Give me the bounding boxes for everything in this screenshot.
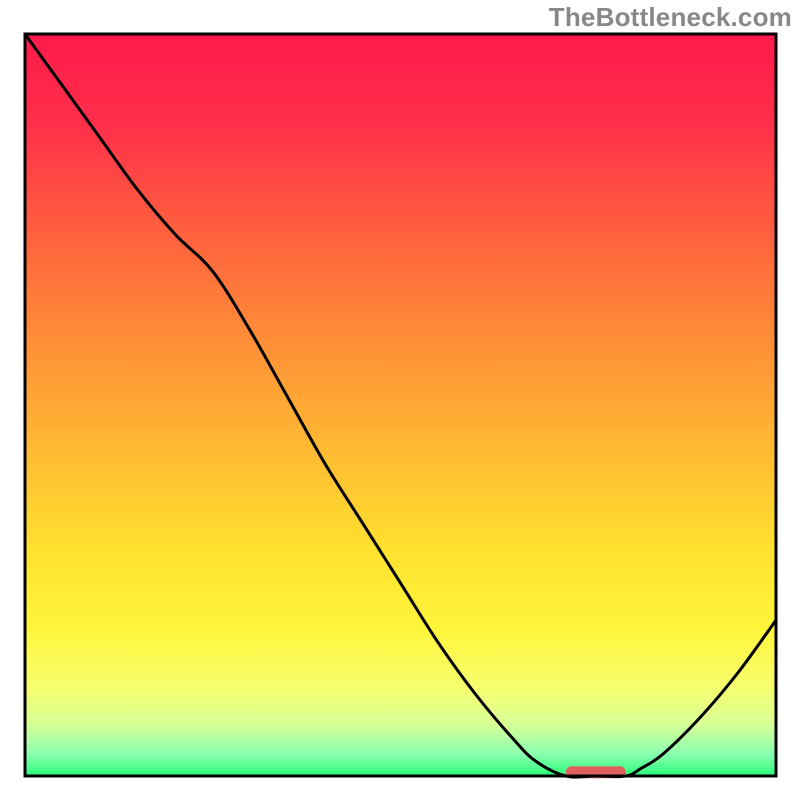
bottleneck-chart — [0, 0, 800, 800]
chart-container: TheBottleneck.com — [0, 0, 800, 800]
watermark-text: TheBottleneck.com — [549, 2, 792, 33]
plot-background — [25, 34, 776, 776]
